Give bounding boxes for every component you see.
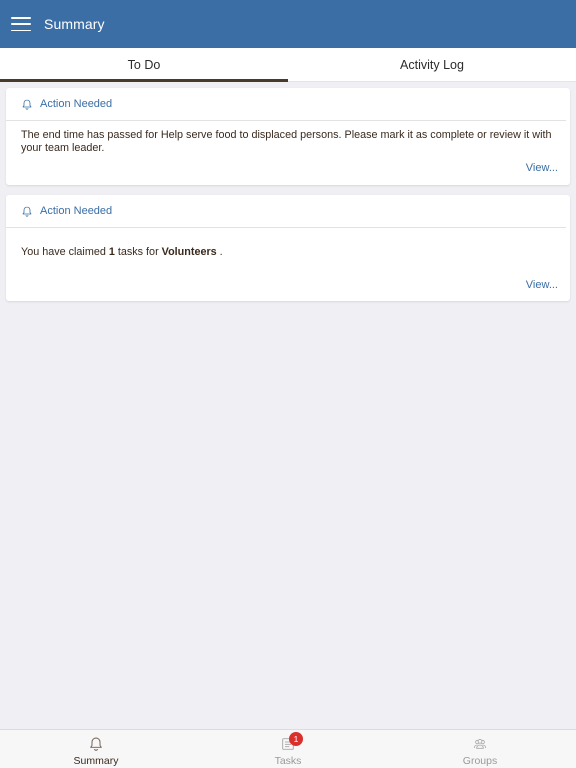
card-header: Action Needed: [6, 88, 566, 121]
bell-icon: [22, 99, 32, 110]
bottom-tab-summary[interactable]: Summary: [0, 730, 192, 768]
card-heading: Action Needed: [40, 98, 113, 110]
group-name: Volunteers: [161, 246, 217, 258]
bottom-tab-tasks[interactable]: 1 Tasks: [192, 730, 384, 768]
app-root: Summary To Do Activity Log Action Needed…: [0, 0, 576, 768]
card-message: The end time has passed for Help serve f…: [21, 129, 552, 154]
bell-icon: [90, 737, 102, 751]
bottom-tab-bar: Summary 1 Tasks Groups: [0, 729, 576, 768]
tasks-badge: 1: [289, 732, 303, 746]
view-link[interactable]: View...: [526, 162, 558, 174]
bottom-tab-label: Tasks: [274, 755, 302, 767]
bottom-tab-label: Summary: [73, 755, 119, 767]
message-suffix: .: [216, 246, 223, 258]
action-card-end-time: Action Needed The end time has passed fo…: [6, 88, 570, 185]
page-title: Summary: [44, 16, 105, 32]
bottom-tab-groups[interactable]: Groups: [384, 730, 576, 768]
bell-icon: [22, 206, 32, 217]
bottom-tab-label: Groups: [462, 755, 498, 767]
message-middle: tasks for: [114, 246, 162, 258]
message-prefix: You have claimed: [21, 246, 109, 258]
segment-tabs: To Do Activity Log: [0, 48, 576, 82]
app-header: Summary: [0, 0, 576, 48]
card-header: Action Needed: [6, 195, 566, 228]
card-heading: Action Needed: [40, 205, 113, 217]
card-message: You have claimed 1 tasks for Volunteers …: [6, 228, 570, 259]
action-card-claimed-tasks: Action Needed You have claimed 1 tasks f…: [6, 195, 570, 301]
tab-to-do[interactable]: To Do: [0, 48, 288, 82]
groups-icon: [473, 739, 487, 749]
hamburger-menu-icon[interactable]: [11, 17, 31, 31]
view-link[interactable]: View...: [526, 279, 558, 291]
tab-activity-log[interactable]: Activity Log: [288, 48, 576, 81]
